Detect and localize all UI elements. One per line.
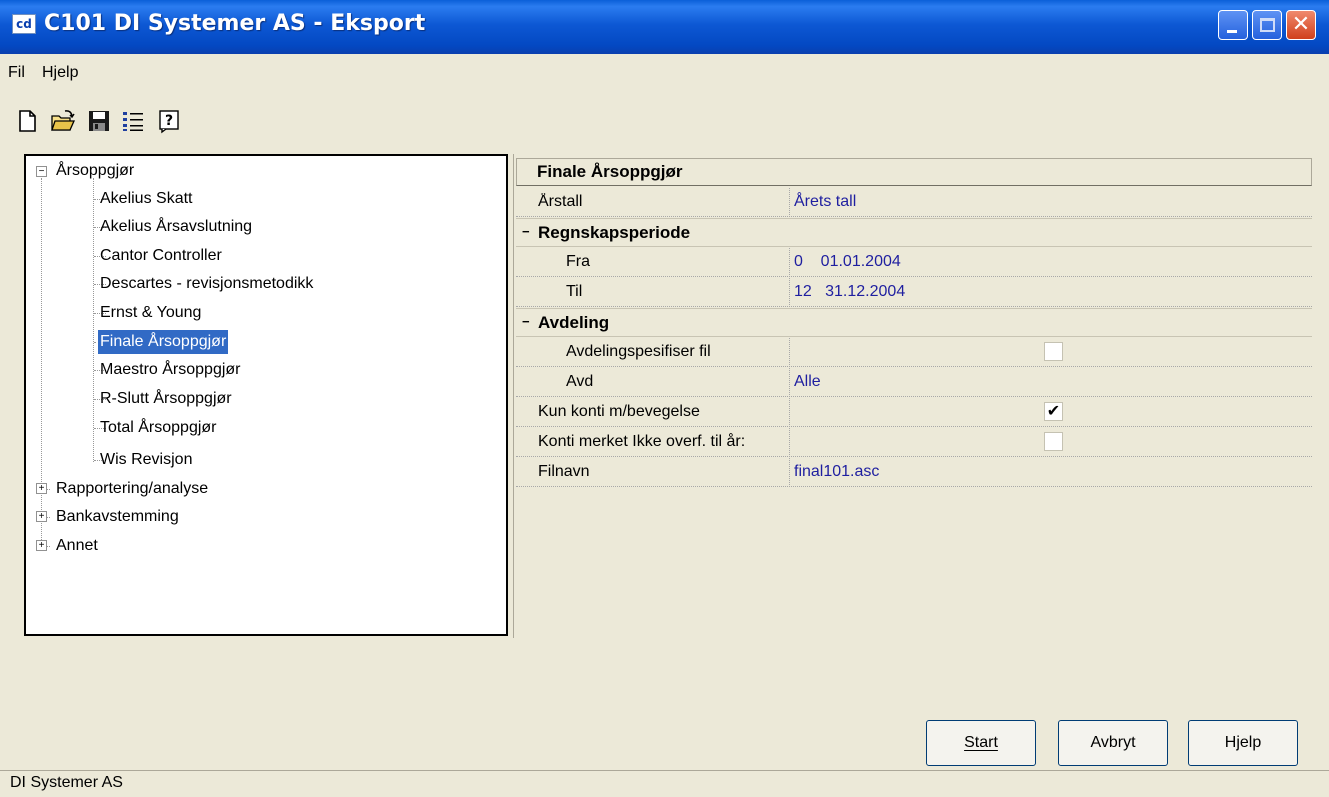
- row-kun-konti[interactable]: Kun konti m/bevegelse ✔: [516, 398, 1312, 427]
- collapse-toggle-icon[interactable]: −: [36, 166, 47, 177]
- menu-bar: Fil Hjelp: [0, 60, 1329, 88]
- row-fra[interactable]: Fra 0 01.01.2004: [516, 248, 1312, 277]
- expand-toggle-icon[interactable]: +: [36, 483, 47, 494]
- value-avd[interactable]: Alle: [794, 373, 821, 391]
- category-avdeling[interactable]: − Avdeling: [516, 308, 1312, 337]
- value-filnavn[interactable]: final101.asc: [794, 463, 879, 481]
- row-arstall[interactable]: Årstall Årets tall: [516, 188, 1312, 217]
- menu-hjelp[interactable]: Hjelp: [42, 64, 78, 82]
- close-button[interactable]: ✕: [1286, 10, 1316, 40]
- minimize-icon: [1227, 30, 1237, 33]
- tree-node[interactable]: Annet: [56, 532, 98, 560]
- open-folder-icon[interactable]: [50, 108, 76, 134]
- maximize-button[interactable]: [1252, 10, 1282, 40]
- label-fra: Fra: [566, 253, 590, 270]
- tree-item[interactable]: Total Årsoppgjør: [100, 414, 217, 442]
- tree-item[interactable]: Wis Revisjon: [100, 446, 192, 474]
- label-avd: Avd: [566, 373, 594, 390]
- row-avdelingspesifiser[interactable]: Avdelingspesifiser fil: [516, 338, 1312, 367]
- new-document-icon[interactable]: [14, 108, 40, 134]
- category-regnskapsperiode[interactable]: − Regnskapsperiode: [516, 218, 1312, 247]
- toolbar: ?: [0, 104, 1329, 144]
- tree-item[interactable]: Descartes - revisjonsmetodikk: [100, 270, 313, 298]
- tree-item[interactable]: Akelius Årsavslutning: [100, 213, 252, 241]
- category-label: Avdeling: [538, 313, 610, 332]
- checkbox-kun-konti[interactable]: ✔: [1044, 402, 1063, 421]
- row-avd[interactable]: Avd Alle: [516, 368, 1312, 397]
- label-filnavn: Filnavn: [538, 463, 590, 480]
- avbryt-button[interactable]: Avbryt: [1058, 720, 1168, 766]
- help-icon[interactable]: ?: [156, 108, 182, 134]
- expand-toggle-icon[interactable]: +: [36, 540, 47, 551]
- tree-item[interactable]: Ernst & Young: [100, 299, 201, 327]
- svg-text:?: ?: [165, 113, 173, 129]
- start-label: Start: [964, 734, 998, 751]
- app-icon: cd: [12, 14, 36, 34]
- label-konti-merket: Konti merket Ikke overf. til år:: [538, 433, 746, 450]
- collapse-icon[interactable]: −: [522, 315, 533, 328]
- tree-node[interactable]: Bankavstemming: [56, 503, 179, 531]
- tree-item[interactable]: R-Slutt Årsoppgjør: [100, 385, 232, 413]
- value-til[interactable]: 12 31.12.2004: [794, 283, 905, 301]
- minimize-button[interactable]: [1218, 10, 1248, 40]
- tree-node-arsoppgjor[interactable]: Årsoppgjør: [56, 157, 134, 185]
- tree-node[interactable]: Rapportering/analyse: [56, 475, 208, 503]
- window-title: C101 DI Systemer AS - Eksport: [44, 11, 426, 36]
- checkbox-avdelingspesifiser[interactable]: [1044, 342, 1063, 361]
- list-icon[interactable]: [120, 108, 146, 134]
- row-til[interactable]: Til 12 31.12.2004: [516, 278, 1312, 307]
- value-fra[interactable]: 0 01.01.2004: [794, 253, 901, 271]
- label-til: Til: [566, 283, 583, 300]
- tree-item[interactable]: Cantor Controller: [100, 242, 222, 270]
- title-bar[interactable]: cd C101 DI Systemer AS - Eksport ✕: [0, 0, 1329, 54]
- value-arstall[interactable]: Årets tall: [794, 193, 856, 211]
- avbryt-label: Avbryt: [1090, 734, 1136, 751]
- collapse-icon[interactable]: −: [522, 225, 533, 238]
- label-avdelingspesifiser: Avdelingspesifiser fil: [566, 343, 711, 360]
- status-bar: DI Systemer AS: [0, 770, 1329, 797]
- status-text: DI Systemer AS: [10, 774, 123, 791]
- label-arstall: Årstall: [538, 193, 583, 210]
- label-kun-konti: Kun konti m/bevegelse: [538, 403, 700, 420]
- expand-toggle-icon[interactable]: +: [36, 511, 47, 522]
- checkbox-konti-merket[interactable]: [1044, 432, 1063, 451]
- menu-fil[interactable]: Fil: [8, 64, 25, 82]
- grid-header: Finale Årsoppgjør: [516, 158, 1312, 186]
- tree-item-selected[interactable]: Finale Årsoppgjør: [96, 329, 230, 355]
- tree-view[interactable]: − Årsoppgjør Akelius Skatt Akelius Årsav…: [24, 154, 508, 636]
- check-mark-icon: ✔: [1046, 403, 1061, 420]
- hjelp-button[interactable]: Hjelp: [1188, 720, 1298, 766]
- row-filnavn[interactable]: Filnavn final101.asc: [516, 458, 1312, 487]
- tree-item[interactable]: Akelius Skatt: [100, 185, 192, 213]
- start-button[interactable]: Start: [926, 720, 1036, 766]
- property-grid: Finale Årsoppgjør Årstall Årets tall − R…: [513, 154, 1313, 638]
- tree-item[interactable]: Maestro Årsoppgjør: [100, 356, 241, 384]
- close-icon: ✕: [1291, 12, 1311, 37]
- hjelp-label: Hjelp: [1224, 734, 1262, 751]
- category-label: Regnskapsperiode: [538, 223, 691, 242]
- save-disk-icon[interactable]: [86, 108, 112, 134]
- tree-connector: [93, 178, 94, 462]
- maximize-icon: [1260, 18, 1275, 32]
- row-konti-merket[interactable]: Konti merket Ikke overf. til år:: [516, 428, 1312, 457]
